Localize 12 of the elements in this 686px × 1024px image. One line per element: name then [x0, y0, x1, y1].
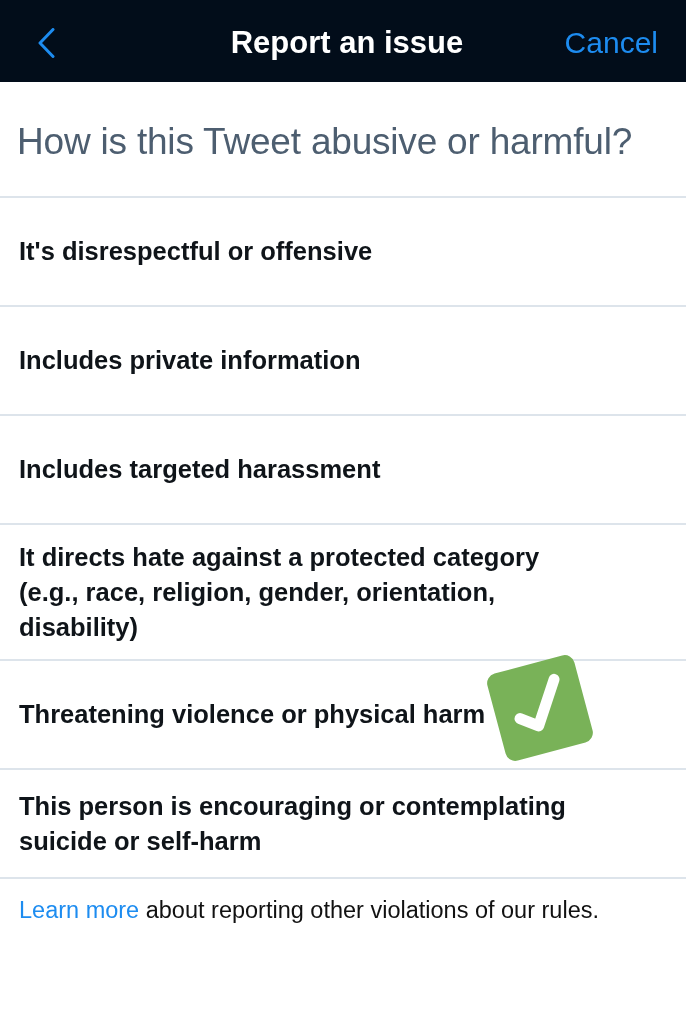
report-option[interactable]: It's disrespectful or offensive — [19, 234, 373, 269]
report-option[interactable]: Includes targeted harassment — [19, 452, 381, 487]
report-option[interactable]: Threatening violence or physical harm — [19, 697, 486, 732]
footer-note: Learn more about reporting other violations of our rules. — [18, 896, 600, 925]
screen-title: Report an issue — [230, 25, 464, 61]
report-option[interactable]: This person is encouraging or contemplating suicide or self-harm — [19, 788, 584, 859]
report-option[interactable]: It directs hate against a protected category (e.g., race, religion, gender, orientation, disability) — [19, 539, 584, 645]
cancel-button[interactable]: Cancel — [564, 26, 658, 60]
question-heading: How is this Tweet abusive or harmful? — [17, 121, 633, 163]
report-option[interactable]: Includes private information — [19, 343, 361, 378]
back-chevron-icon — [38, 28, 55, 58]
back-button[interactable] — [36, 28, 57, 58]
